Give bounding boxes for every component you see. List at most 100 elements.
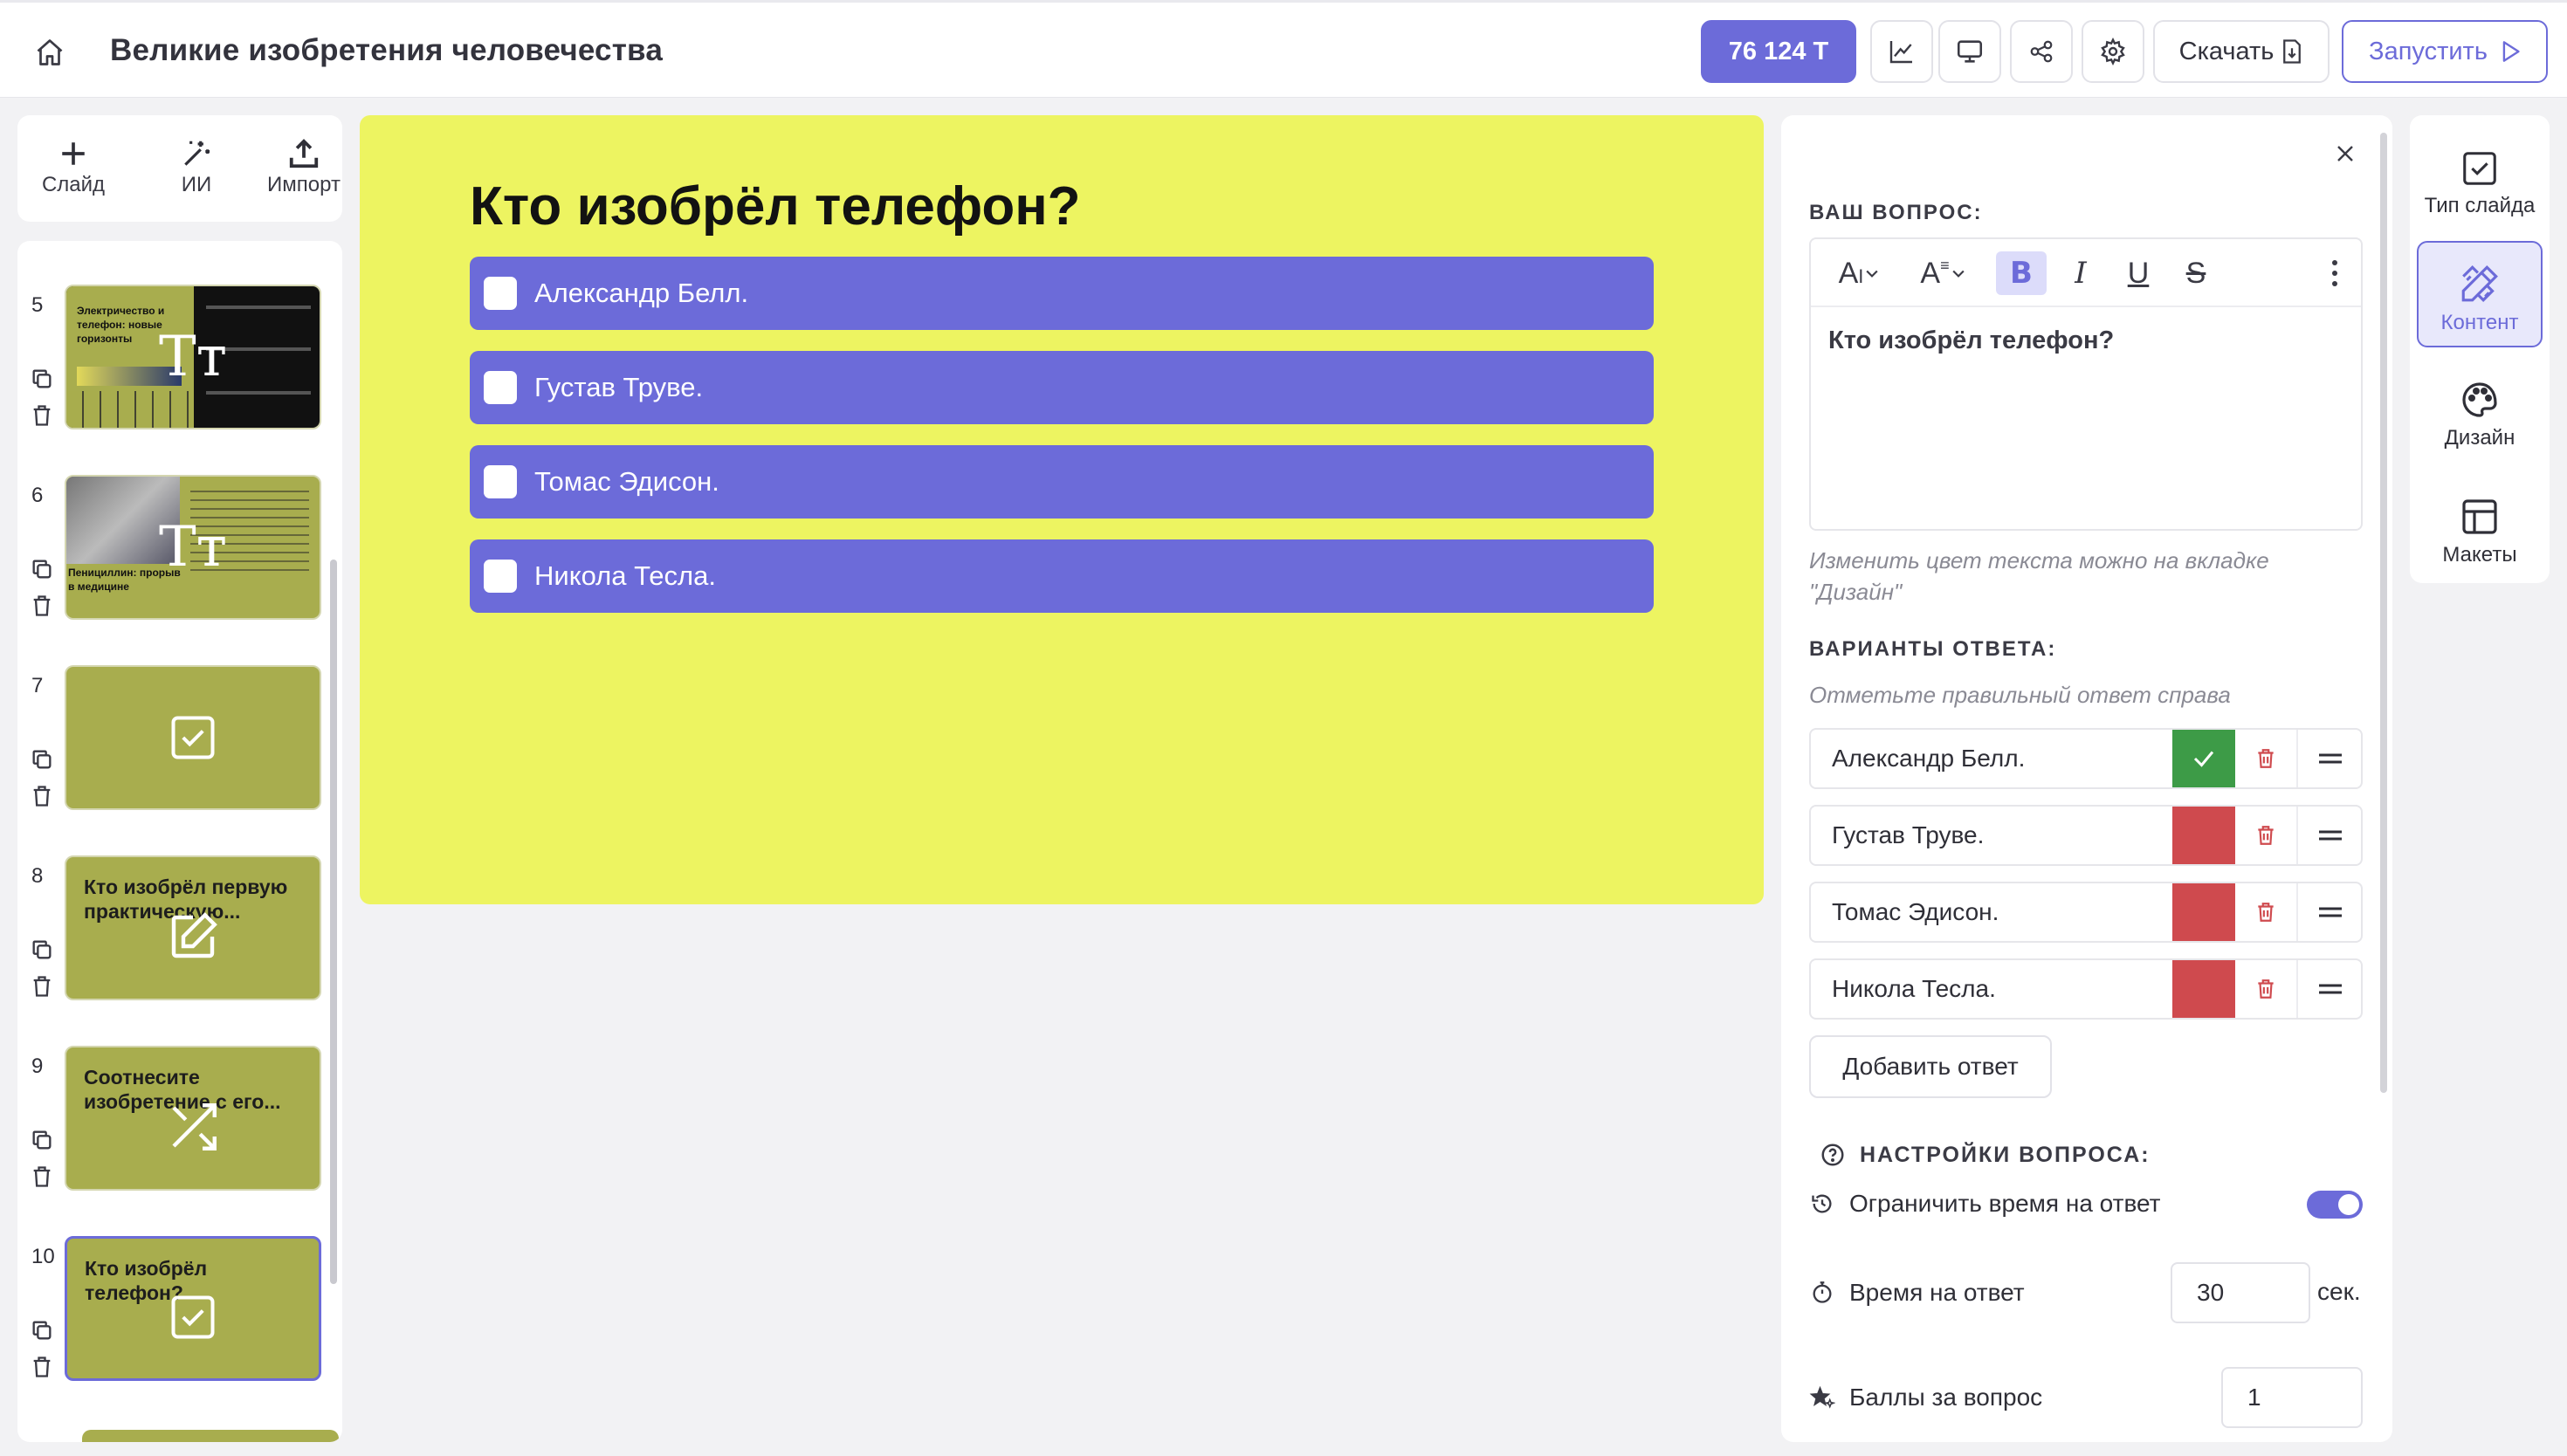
- slide-question-title[interactable]: Кто изобрёл телефон?: [470, 169, 1081, 244]
- font-size-dropdown[interactable]: AI: [1825, 251, 1895, 295]
- points-input[interactable]: 1: [2221, 1367, 2363, 1428]
- duplicate-icon[interactable]: [30, 747, 54, 772]
- close-icon[interactable]: [2328, 136, 2363, 171]
- answer-checkbox[interactable]: [484, 371, 517, 404]
- answer-checkbox[interactable]: [484, 560, 517, 593]
- slide-thumbnail[interactable]: Электричество и телефон: новые горизонты…: [65, 285, 321, 429]
- slide-thumbnail[interactable]: Пенициллин: прорыв в медицине Tт: [65, 475, 321, 620]
- add-slide-button[interactable]: Слайд: [21, 134, 126, 197]
- question-editor[interactable]: AI A≡ B I U S Кто изобрёл телефон?: [1809, 237, 2363, 531]
- drag-handle-icon[interactable]: [2298, 960, 2361, 1018]
- duplicate-icon[interactable]: [30, 1128, 54, 1152]
- slide-item-selected[interactable]: 10 Кто изобрёл телефон?: [17, 1236, 342, 1428]
- drag-handle-icon[interactable]: [2298, 730, 2361, 787]
- color-hint: Изменить цвет текста можно на вкладке "Д…: [1809, 547, 2269, 605]
- slide-thumbnail-partial[interactable]: [82, 1430, 339, 1442]
- tab-design[interactable]: Дизайн: [2417, 358, 2543, 464]
- checkbox-icon: [2463, 152, 2496, 185]
- trash-icon[interactable]: [30, 403, 54, 428]
- slide-item[interactable]: 9 Соотнесите изобретение с его...: [17, 1046, 342, 1238]
- trash-icon: [2258, 979, 2274, 999]
- run-label: Запустить: [2369, 37, 2488, 65]
- trash-icon[interactable]: [30, 974, 54, 999]
- slide-thumbnail[interactable]: Кто изобрёл первую практическую...: [65, 855, 321, 1000]
- limit-time-toggle[interactable]: [2307, 1191, 2363, 1219]
- answers-hint: Отметьте правильный ответ справа: [1809, 682, 2231, 708]
- correct-toggle[interactable]: [2172, 883, 2235, 941]
- duplicate-icon[interactable]: [30, 937, 54, 962]
- limit-time-label: Ограничить время на ответ: [1849, 1190, 2161, 1217]
- slide-item[interactable]: 8 Кто изобрёл первую практическую...: [17, 855, 342, 1047]
- trash-icon[interactable]: [30, 784, 54, 808]
- pencil-ruler-icon: [2461, 265, 2498, 302]
- slide-thumbnail[interactable]: [65, 665, 321, 810]
- top-bar: Великие изобретения человечества 76 124 …: [0, 0, 2567, 98]
- answer-checkbox[interactable]: [484, 277, 517, 310]
- token-balance-button[interactable]: 76 124 Т: [1701, 20, 1856, 83]
- duplicate-icon[interactable]: [30, 557, 54, 581]
- time-label: Время на ответ: [1849, 1279, 2025, 1306]
- slide-item[interactable]: 5 Электричество и телефон: новые горизон…: [17, 285, 342, 477]
- help-circle-icon[interactable]: [1820, 1142, 1846, 1168]
- add-answer-button[interactable]: Добавить ответ: [1809, 1035, 2052, 1098]
- import-button[interactable]: Импорт: [251, 134, 356, 197]
- download-label: Скачать: [2178, 37, 2275, 65]
- answer-option[interactable]: Томас Эдисон.: [470, 445, 1654, 519]
- underline-button[interactable]: U: [2116, 251, 2160, 295]
- tab-layouts[interactable]: Макеты: [2417, 475, 2543, 581]
- document-title[interactable]: Великие изобретения человечества: [110, 29, 663, 72]
- correct-toggle[interactable]: [2172, 730, 2235, 787]
- delete-answer-button[interactable]: [2235, 960, 2298, 1018]
- correct-toggle[interactable]: [2172, 807, 2235, 864]
- analytics-button[interactable]: [1870, 20, 1933, 83]
- presentation-view-button[interactable]: [1938, 20, 2001, 83]
- italic-button[interactable]: I: [2059, 251, 2102, 295]
- correct-toggle[interactable]: [2172, 960, 2235, 1018]
- answer-input[interactable]: Густав Труве.: [1832, 807, 1984, 864]
- answer-input[interactable]: Никола Тесла.: [1832, 960, 1996, 1018]
- answer-checkbox[interactable]: [484, 465, 517, 498]
- ai-generate-button[interactable]: ИИ: [144, 134, 249, 197]
- check-icon: [2193, 751, 2214, 767]
- chevron-down-icon: [1866, 270, 1879, 278]
- answer-input[interactable]: Александр Белл.: [1832, 730, 2025, 787]
- slide-item[interactable]: 6 Пенициллин: прорыв в медицине Tт: [17, 475, 342, 667]
- answers-section-title: ВАРИАНТЫ ОТВЕТА:: [1809, 637, 2057, 661]
- text-style-dropdown[interactable]: A≡: [1909, 251, 1979, 295]
- answer-input[interactable]: Томас Эдисон.: [1832, 883, 1999, 941]
- slide-canvas[interactable]: Кто изобрёл телефон? Александр Белл. Гус…: [360, 115, 1764, 904]
- trash-icon[interactable]: [30, 1164, 54, 1189]
- duplicate-icon[interactable]: [30, 1318, 54, 1343]
- drag-handle-icon[interactable]: [2298, 883, 2361, 941]
- delete-answer-button[interactable]: [2235, 730, 2298, 787]
- answer-option[interactable]: Никола Тесла.: [470, 539, 1654, 613]
- answer-text: Никола Тесла.: [534, 560, 716, 591]
- drag-handle-icon[interactable]: [2298, 807, 2361, 864]
- answer-option[interactable]: Густав Труве.: [470, 351, 1654, 424]
- delete-answer-button[interactable]: [2235, 807, 2298, 864]
- tab-slide-type[interactable]: Тип слайда: [2417, 126, 2543, 232]
- answer-option[interactable]: Александр Белл.: [470, 257, 1654, 330]
- trash-icon[interactable]: [30, 1355, 54, 1379]
- slide-number: 8: [31, 864, 44, 888]
- panel-scrollbar[interactable]: [2380, 133, 2387, 1093]
- question-text[interactable]: Кто изобрёл телефон?: [1828, 326, 2114, 355]
- bold-button[interactable]: B: [1996, 251, 2047, 295]
- trash-icon[interactable]: [30, 594, 54, 618]
- run-button[interactable]: Запустить: [2342, 20, 2548, 83]
- time-input[interactable]: 30: [2171, 1262, 2310, 1323]
- delete-answer-button[interactable]: [2235, 883, 2298, 941]
- duplicate-icon[interactable]: [30, 367, 54, 391]
- download-button[interactable]: Скачать: [2153, 20, 2330, 83]
- share-button[interactable]: [2010, 20, 2073, 83]
- slide-thumbnail[interactable]: Соотнесите изобретение с его...: [65, 1046, 321, 1191]
- more-options-icon[interactable]: [2317, 251, 2352, 295]
- home-icon[interactable]: [26, 29, 73, 76]
- strikethrough-button[interactable]: S: [2174, 251, 2218, 295]
- points-label: Баллы за вопрос: [1849, 1384, 2043, 1411]
- slide-thumbnail[interactable]: Кто изобрёл телефон?: [65, 1236, 321, 1381]
- tab-content[interactable]: Контент: [2417, 241, 2543, 347]
- slide-item[interactable]: 7: [17, 665, 342, 857]
- settings-button[interactable]: [2082, 20, 2144, 83]
- tab-slide-type-label: Тип слайда: [2424, 194, 2536, 217]
